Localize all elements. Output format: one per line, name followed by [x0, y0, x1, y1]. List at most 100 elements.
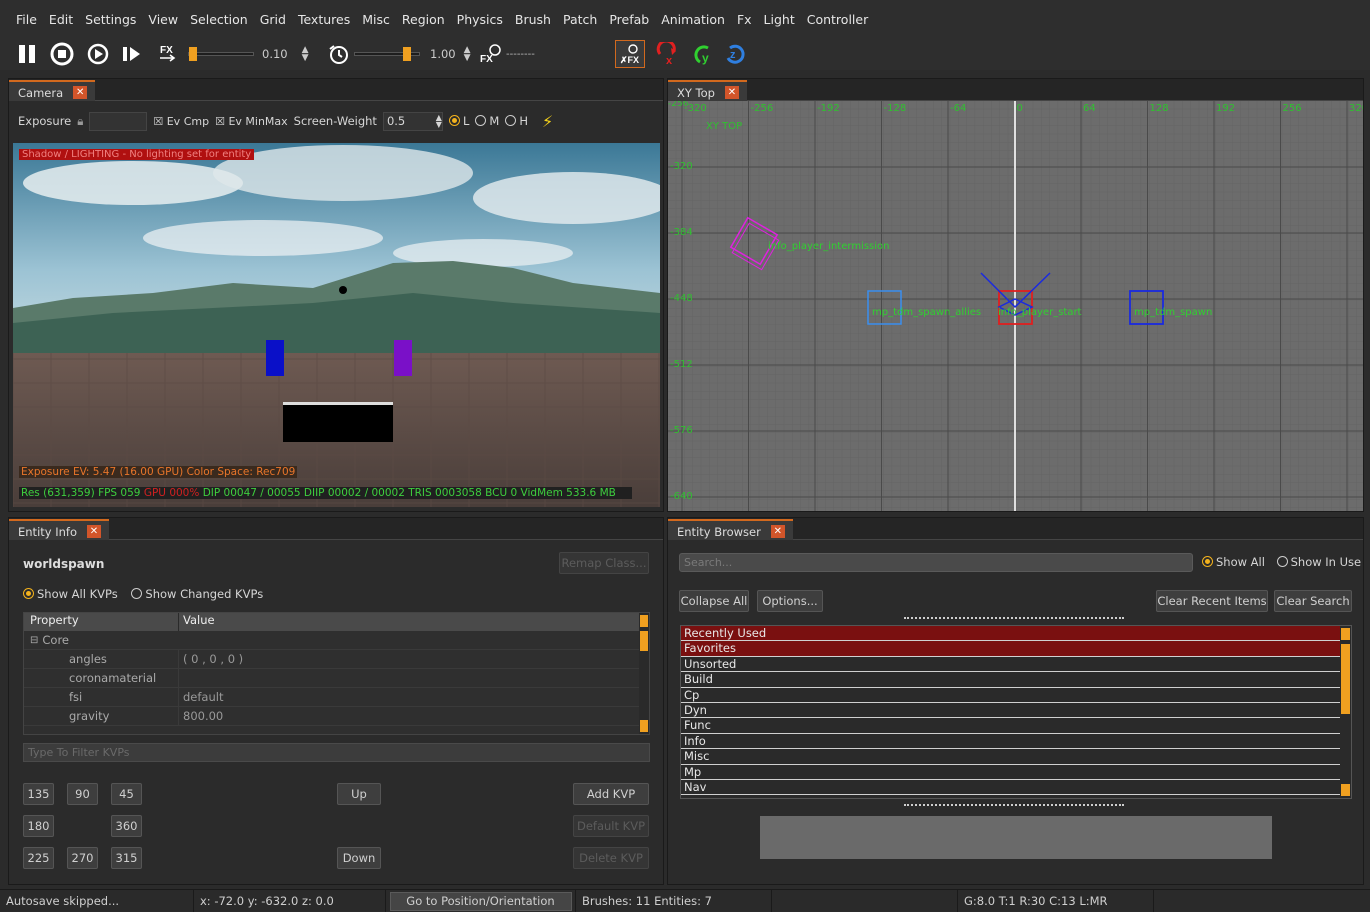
pause-button[interactable]: [14, 38, 40, 70]
kvp-row[interactable]: angles( 0 , 0 , 0 ): [24, 649, 649, 669]
tab-entity-browser[interactable]: Entity Browser ✕: [668, 519, 793, 540]
list-item[interactable]: Misc: [681, 749, 1340, 765]
lock-icon[interactable]: 🔒︎: [77, 114, 83, 129]
kvp-filter-input[interactable]: Type To Filter KVPs: [23, 743, 650, 762]
menu-settings[interactable]: Settings: [85, 12, 136, 27]
angle-button-135[interactable]: 135: [23, 783, 54, 805]
stop-button[interactable]: [48, 38, 76, 70]
tab-entity-info[interactable]: Entity Info ✕: [9, 519, 109, 540]
clear-recent-button[interactable]: Clear Recent Items: [1156, 590, 1268, 612]
close-icon[interactable]: ✕: [724, 86, 739, 99]
menu-view[interactable]: View: [148, 12, 178, 27]
menu-light[interactable]: Light: [764, 12, 795, 27]
close-icon[interactable]: ✕: [87, 525, 101, 538]
delete-kvp-button[interactable]: Delete KVP: [573, 847, 649, 869]
kvp-group-core[interactable]: ⊟ Core: [24, 631, 649, 650]
goto-position-button[interactable]: Go to Position/Orientation: [389, 891, 572, 911]
menu-physics[interactable]: Physics: [457, 12, 503, 27]
default-kvp-button[interactable]: Default KVP: [573, 815, 649, 837]
angle-button-270[interactable]: 270: [67, 847, 98, 869]
column-header-property[interactable]: Property: [24, 613, 179, 631]
step-button[interactable]: [118, 38, 146, 70]
fx-time-button[interactable]: FX: [478, 38, 504, 70]
tab-xy-top[interactable]: XY Top ✕: [668, 80, 747, 101]
menu-prefab[interactable]: Prefab: [609, 12, 649, 27]
timeofday-slider[interactable]: [352, 38, 422, 70]
xy-top-viewport[interactable]: XY TOP -256 -320 -256 -192 -128 -64 0 64 128 192…: [668, 101, 1363, 511]
menu-fx[interactable]: Fx: [737, 12, 752, 27]
exposure-input[interactable]: [89, 111, 148, 131]
angle-button-90[interactable]: 90: [67, 783, 98, 805]
splitter-handle[interactable]: [904, 804, 1124, 806]
menu-textures[interactable]: Textures: [298, 12, 350, 27]
options-button[interactable]: Options...: [757, 590, 823, 612]
show-all-kvps-radio[interactable]: Show All KVPs: [23, 587, 118, 601]
list-item[interactable]: Mp: [681, 765, 1340, 780]
fx-tool-button[interactable]: ✗FX: [614, 38, 646, 70]
list-item[interactable]: Recently Used: [681, 626, 1340, 642]
splitter-handle[interactable]: [904, 617, 1124, 619]
quality-med-radio[interactable]: M: [475, 114, 499, 128]
kvp-value[interactable]: ( 0 , 0 , 0 ): [179, 652, 243, 666]
menu-controller[interactable]: Controller: [807, 12, 869, 27]
screen-weight-input[interactable]: 0.5 ▲ ▼: [382, 111, 443, 131]
kvp-value[interactable]: default: [179, 690, 223, 704]
menu-grid[interactable]: Grid: [260, 12, 286, 27]
list-item[interactable]: Build: [681, 672, 1340, 688]
kvp-row[interactable]: gravity 800.00: [24, 706, 649, 726]
menu-file[interactable]: File: [16, 12, 37, 27]
menu-edit[interactable]: Edit: [49, 12, 73, 27]
add-kvp-button[interactable]: Add KVP: [573, 783, 649, 805]
ev-cmp-checkbox[interactable]: ☒ Ev Cmp: [153, 115, 209, 128]
collapse-all-button[interactable]: Collapse All: [679, 590, 749, 612]
angle-button-315[interactable]: 315: [111, 847, 142, 869]
kvp-row[interactable]: fsi default: [24, 687, 649, 707]
list-scrollbar[interactable]: [1340, 626, 1351, 798]
angle-button-360[interactable]: 360: [111, 815, 142, 837]
list-item[interactable]: Dyn: [681, 703, 1340, 719]
rotate-y-button[interactable]: y: [688, 38, 716, 70]
tab-camera[interactable]: Camera ✕: [9, 80, 96, 101]
rotate-x-button[interactable]: x: [654, 38, 682, 70]
show-all-radio[interactable]: Show All: [1202, 555, 1265, 569]
angle-button-180[interactable]: 180: [23, 815, 54, 837]
menu-region[interactable]: Region: [402, 12, 445, 27]
down-button[interactable]: Down: [337, 847, 381, 869]
collapse-icon[interactable]: ⊟: [30, 635, 38, 646]
menu-animation[interactable]: Animation: [661, 12, 725, 27]
menu-brush[interactable]: Brush: [515, 12, 551, 27]
menu-selection[interactable]: Selection: [190, 12, 248, 27]
spin-arrows-icon[interactable]: ▲ ▼: [464, 46, 471, 63]
up-button[interactable]: Up: [337, 783, 381, 805]
list-item[interactable]: Nav: [681, 780, 1340, 796]
angle-button-45[interactable]: 45: [111, 783, 142, 805]
fx-reload-button[interactable]: FX: [154, 38, 182, 70]
quality-high-radio[interactable]: H: [505, 114, 528, 128]
list-item[interactable]: Info: [681, 734, 1340, 750]
menu-misc[interactable]: Misc: [362, 12, 390, 27]
spin-arrows-icon[interactable]: ▲ ▼: [302, 46, 309, 63]
ev-minmax-checkbox[interactable]: ☒ Ev MinMax: [215, 115, 288, 128]
show-changed-kvps-radio[interactable]: Show Changed KVPs: [131, 587, 263, 601]
show-in-use-radio[interactable]: Show In Use: [1276, 555, 1361, 569]
list-item[interactable]: Favorites: [681, 641, 1340, 657]
clear-search-button[interactable]: Clear Search: [1274, 590, 1352, 612]
play-button[interactable]: [84, 38, 112, 70]
camera-viewport[interactable]: Shadow / LIGHTING - No lighting set for …: [13, 143, 660, 507]
time-scale-slider[interactable]: [186, 38, 256, 70]
quality-low-radio[interactable]: L: [448, 114, 469, 128]
list-item[interactable]: Unsorted: [681, 657, 1340, 673]
list-item[interactable]: Func: [681, 718, 1340, 734]
kvp-value[interactable]: 800.00: [179, 709, 223, 723]
timeofday-value[interactable]: 1.00: [430, 47, 456, 61]
kvp-scrollbar[interactable]: [639, 613, 649, 734]
timeofday-button[interactable]: [324, 38, 352, 70]
menu-patch[interactable]: Patch: [563, 12, 597, 27]
list-item[interactable]: Cp: [681, 688, 1340, 703]
angle-button-225[interactable]: 225: [23, 847, 54, 869]
entity-search-input[interactable]: Search...: [679, 553, 1193, 572]
close-icon[interactable]: ✕: [770, 525, 785, 538]
rotate-z-button[interactable]: z: [722, 38, 750, 70]
close-icon[interactable]: ✕: [73, 86, 88, 99]
time-scale-value[interactable]: 0.10: [262, 47, 288, 61]
